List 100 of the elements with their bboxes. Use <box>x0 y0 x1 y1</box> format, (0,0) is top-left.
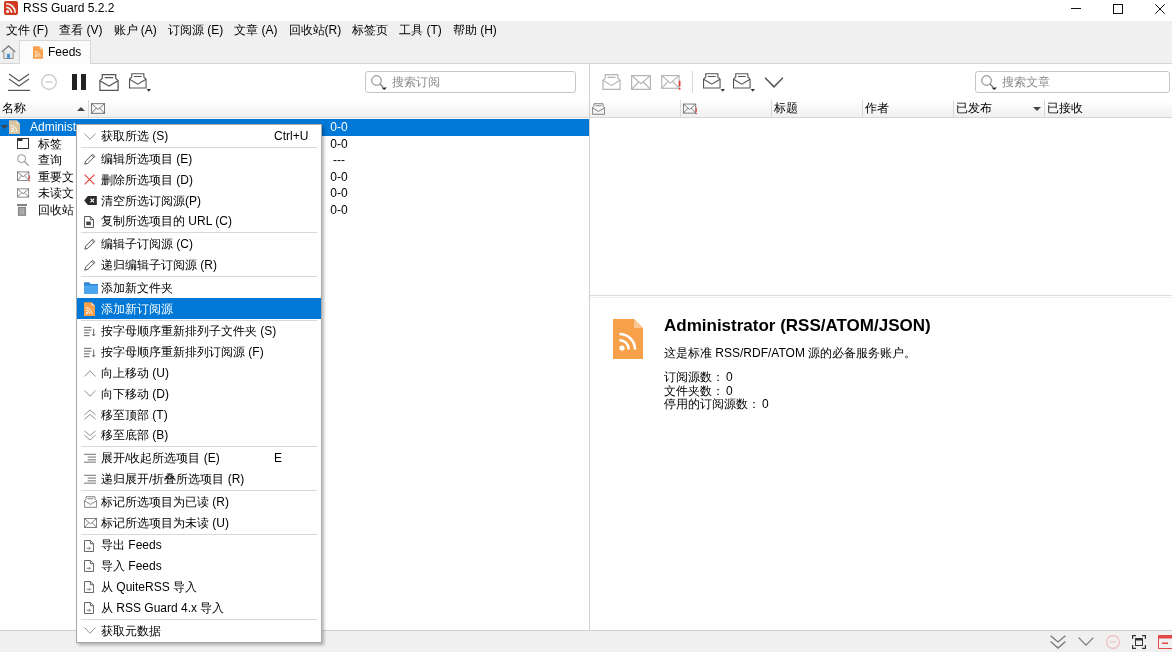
column-header[interactable]: 名称 <box>0 100 89 117</box>
menu-item[interactable]: 删除所选项目 (D) <box>77 169 321 191</box>
menu-item[interactable]: 展开/收起所选项目 (E) E <box>77 447 321 469</box>
double-chevron-up-icon <box>84 409 96 421</box>
menu-item[interactable]: 查看 (V) <box>53 21 108 40</box>
calendar-icon[interactable] <box>1158 634 1172 649</box>
home-icon[interactable] <box>1 44 16 59</box>
document-icon <box>84 560 94 573</box>
double-chevron-down-icon[interactable] <box>1050 634 1066 649</box>
column-header[interactable]: 已发布 <box>954 100 1045 117</box>
open-envelope-icon <box>84 495 97 508</box>
column-header[interactable]: 作者 <box>863 100 954 117</box>
account-description: 这是标准 RSS/RDF/ATOM 源的必备服务账户。 <box>664 346 918 361</box>
menu-item[interactable]: 编辑所选项目 (E) <box>77 148 321 170</box>
menu-item[interactable]: 复制所选项目的 URL (C) <box>77 211 321 232</box>
chevron-down-icon <box>84 132 96 140</box>
list-icon <box>84 453 96 464</box>
stat-label: 停用的订阅源数： <box>664 397 760 411</box>
menu-item[interactable]: 帮助 (H) <box>447 21 503 40</box>
menu-item[interactable]: 标记所选项目为未读 (U) <box>77 512 321 534</box>
search-field[interactable]: 搜索订阅 <box>365 71 576 93</box>
list-icon <box>84 474 96 485</box>
pencil-icon <box>84 238 96 251</box>
unread-count: 0-0 <box>330 120 348 135</box>
backspace-icon <box>84 196 97 206</box>
envelope-alert-icon <box>683 102 697 115</box>
unread-count: 0-0 <box>330 136 348 151</box>
menu-item[interactable]: 从 RSS Guard 4.x 导入 <box>77 597 321 619</box>
column-header[interactable]: 标题 <box>772 100 863 117</box>
chevron-down-icon[interactable] <box>1078 637 1094 646</box>
column-title: 标题 <box>774 101 798 116</box>
column-header[interactable] <box>590 100 681 117</box>
sort-icon <box>84 346 96 358</box>
stat-label: 订阅源数： <box>664 370 724 384</box>
fullscreen-icon[interactable] <box>1132 634 1146 649</box>
menu-item[interactable]: 文件 (F) <box>0 21 54 40</box>
menu-item[interactable]: 标签页 <box>346 21 394 40</box>
open-envelope-icon[interactable] <box>703 72 725 92</box>
search-field[interactable]: 搜索文章 <box>975 71 1170 93</box>
menu-item[interactable]: 回收站(R) <box>283 21 347 40</box>
menu-item[interactable]: 向上移动 (U) <box>77 362 321 384</box>
column-title: 名称 <box>2 101 26 116</box>
tree-item[interactable]: 标签 <box>0 135 76 152</box>
tree-item[interactable]: 重要文 <box>0 168 76 185</box>
close-icon <box>1155 3 1165 14</box>
expand-arrow-icon[interactable] <box>1 125 8 130</box>
double-chevron-down-icon <box>84 430 96 442</box>
tree-item[interactable]: 回收站 <box>0 201 76 218</box>
envelope-icon <box>91 103 105 114</box>
menu-item[interactable]: 移至顶部 (T) <box>77 404 321 426</box>
menu-item[interactable]: 标记所选项目为已读 (R) <box>77 491 321 513</box>
tree-item[interactable]: 查询 <box>0 152 76 169</box>
menu-item[interactable]: 添加新订阅源 <box>77 298 321 320</box>
menu-item[interactable]: 递归编辑子订阅源 (R) <box>77 254 321 276</box>
copy-icon <box>84 215 94 228</box>
menu-item[interactable]: 获取元数据 <box>77 620 321 642</box>
tree-item[interactable]: 未读文 <box>0 185 76 202</box>
double-chevron-down-icon[interactable] <box>8 73 30 91</box>
pause-icon[interactable] <box>72 74 86 90</box>
stat-label: 文件夹数： <box>664 383 724 398</box>
menu-item[interactable]: 账户 (A) <box>108 21 163 40</box>
menu-item[interactable]: 工具 (T) <box>393 21 448 40</box>
column-title: 作者 <box>865 101 889 116</box>
envelope-icon[interactable] <box>631 74 651 90</box>
menu-item[interactable]: 编辑子订阅源 (C) <box>77 234 321 255</box>
rss-document-icon <box>613 319 643 359</box>
column-header[interactable] <box>681 100 772 117</box>
menu-item[interactable]: 文章 (A) <box>228 21 284 40</box>
stat-value: 0 <box>762 397 769 411</box>
document-icon <box>84 539 94 552</box>
menu-item[interactable]: 按字母顺序重新排列子文件夹 (S) <box>77 321 321 342</box>
column-header[interactable]: 已接收 <box>1045 100 1172 117</box>
rss-document-icon <box>9 120 20 135</box>
tree-item[interactable]: Administ <box>0 119 76 136</box>
menu-item[interactable]: 移至底部 (B) <box>77 425 321 446</box>
open-envelope-icon[interactable] <box>129 72 151 92</box>
menu-item[interactable]: 向下移动 (D) <box>77 383 321 405</box>
rss-document-icon <box>33 46 43 59</box>
menu-item[interactable]: 按字母顺序重新排列订阅源 (F) <box>77 341 321 363</box>
folder-icon <box>84 281 98 294</box>
maximize-icon <box>1113 3 1123 14</box>
envelope-icon <box>84 517 97 528</box>
envelope-alert-icon[interactable] <box>661 74 681 90</box>
chevron-down-icon[interactable] <box>764 76 784 88</box>
menu-item[interactable]: 获取所选 (S) Ctrl+U <box>77 126 321 147</box>
pencil-icon <box>84 153 96 166</box>
menu-item[interactable]: 添加新文件夹 <box>77 277 321 299</box>
menu-item[interactable]: 导出 Feeds <box>77 535 321 556</box>
stat-value: 0 <box>726 370 733 384</box>
menu-item[interactable]: 清空所选订阅源(P) <box>77 190 321 212</box>
tab[interactable]: Feeds <box>19 40 92 64</box>
envelope-icon <box>17 188 29 199</box>
open-envelope-icon[interactable] <box>733 72 755 92</box>
sort-icon <box>84 326 96 338</box>
open-envelope-icon[interactable] <box>99 73 119 91</box>
menu-item[interactable]: 从 QuiteRSS 导入 <box>77 576 321 598</box>
shortcut-text: E <box>274 451 283 466</box>
menu-item[interactable]: 递归展开/折叠所选项目 (R) <box>77 468 321 490</box>
menu-item[interactable]: 导入 Feeds <box>77 555 321 577</box>
menu-item[interactable]: 订阅源 (E) <box>162 21 229 40</box>
